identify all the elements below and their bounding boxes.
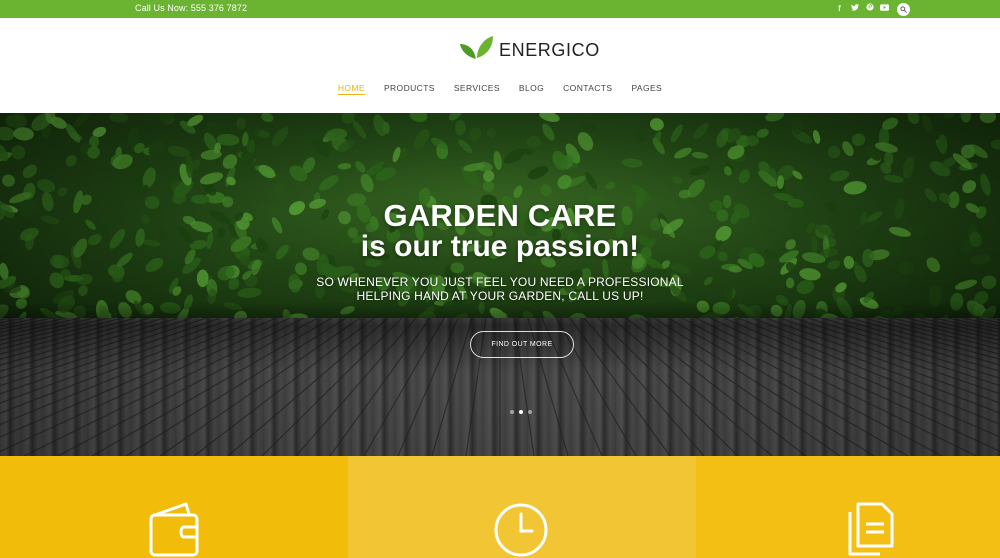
site-logo[interactable]: ENERGICO bbox=[459, 34, 600, 61]
slider-pagination bbox=[510, 410, 532, 414]
hero-slider: GARDEN CARE is our true passion! SO WHEN… bbox=[0, 113, 1000, 456]
top-bar: Call Us Now: 555 376 7872 f bbox=[0, 0, 1000, 18]
feature-block-wallet bbox=[0, 456, 348, 558]
slider-dot-3[interactable] bbox=[528, 410, 532, 414]
hero-subtitle-line-2: HELPING HAND AT YOUR GARDEN, CALL US UP! bbox=[356, 289, 644, 303]
social-links: f bbox=[835, 1, 910, 17]
feature-block-documents bbox=[696, 456, 1000, 558]
nav-blog[interactable]: BLOG bbox=[509, 83, 553, 93]
leaf-logo-icon bbox=[460, 35, 493, 59]
documents-icon bbox=[848, 502, 894, 556]
nav-home[interactable]: HOME bbox=[328, 83, 374, 93]
hero-tagline: is our true passion! bbox=[360, 230, 640, 263]
nav-contacts[interactable]: CONTACTS bbox=[554, 83, 622, 93]
call-us-text: Call Us Now: 555 376 7872 bbox=[135, 3, 248, 13]
twitter-icon[interactable] bbox=[850, 1, 859, 17]
hero-subtitle-line-1: SO WHENEVER YOU JUST FEEL YOU NEED A PRO… bbox=[316, 275, 684, 289]
slider-dot-1[interactable] bbox=[510, 410, 514, 414]
search-icon bbox=[900, 5, 907, 13]
find-out-more-button[interactable]: FIND OUT MORE bbox=[470, 331, 574, 358]
pinterest-icon[interactable] bbox=[865, 1, 874, 17]
nav-services[interactable]: SERVICES bbox=[444, 83, 509, 93]
wallet-icon bbox=[149, 502, 199, 557]
clock-icon bbox=[494, 503, 548, 557]
nav-pages[interactable]: PAGES bbox=[622, 83, 672, 93]
feature-block-clock bbox=[348, 456, 696, 558]
site-header: ENERGICO HOME PRODUCTS SERVICES BLOG CON… bbox=[0, 18, 1000, 113]
youtube-icon[interactable] bbox=[880, 1, 889, 17]
search-button[interactable] bbox=[897, 2, 910, 16]
facebook-icon[interactable]: f bbox=[835, 1, 844, 17]
brand-name: ENERGICO bbox=[499, 40, 600, 60]
hero-title: GARDEN CARE bbox=[383, 198, 617, 233]
hero-subtitle: SO WHENEVER YOU JUST FEEL YOU NEED A PRO… bbox=[0, 275, 1000, 303]
nav-products[interactable]: PRODUCTS bbox=[374, 83, 444, 93]
main-nav: HOME PRODUCTS SERVICES BLOG CONTACTS PAG… bbox=[0, 83, 1000, 93]
slider-dot-2[interactable] bbox=[519, 410, 523, 414]
